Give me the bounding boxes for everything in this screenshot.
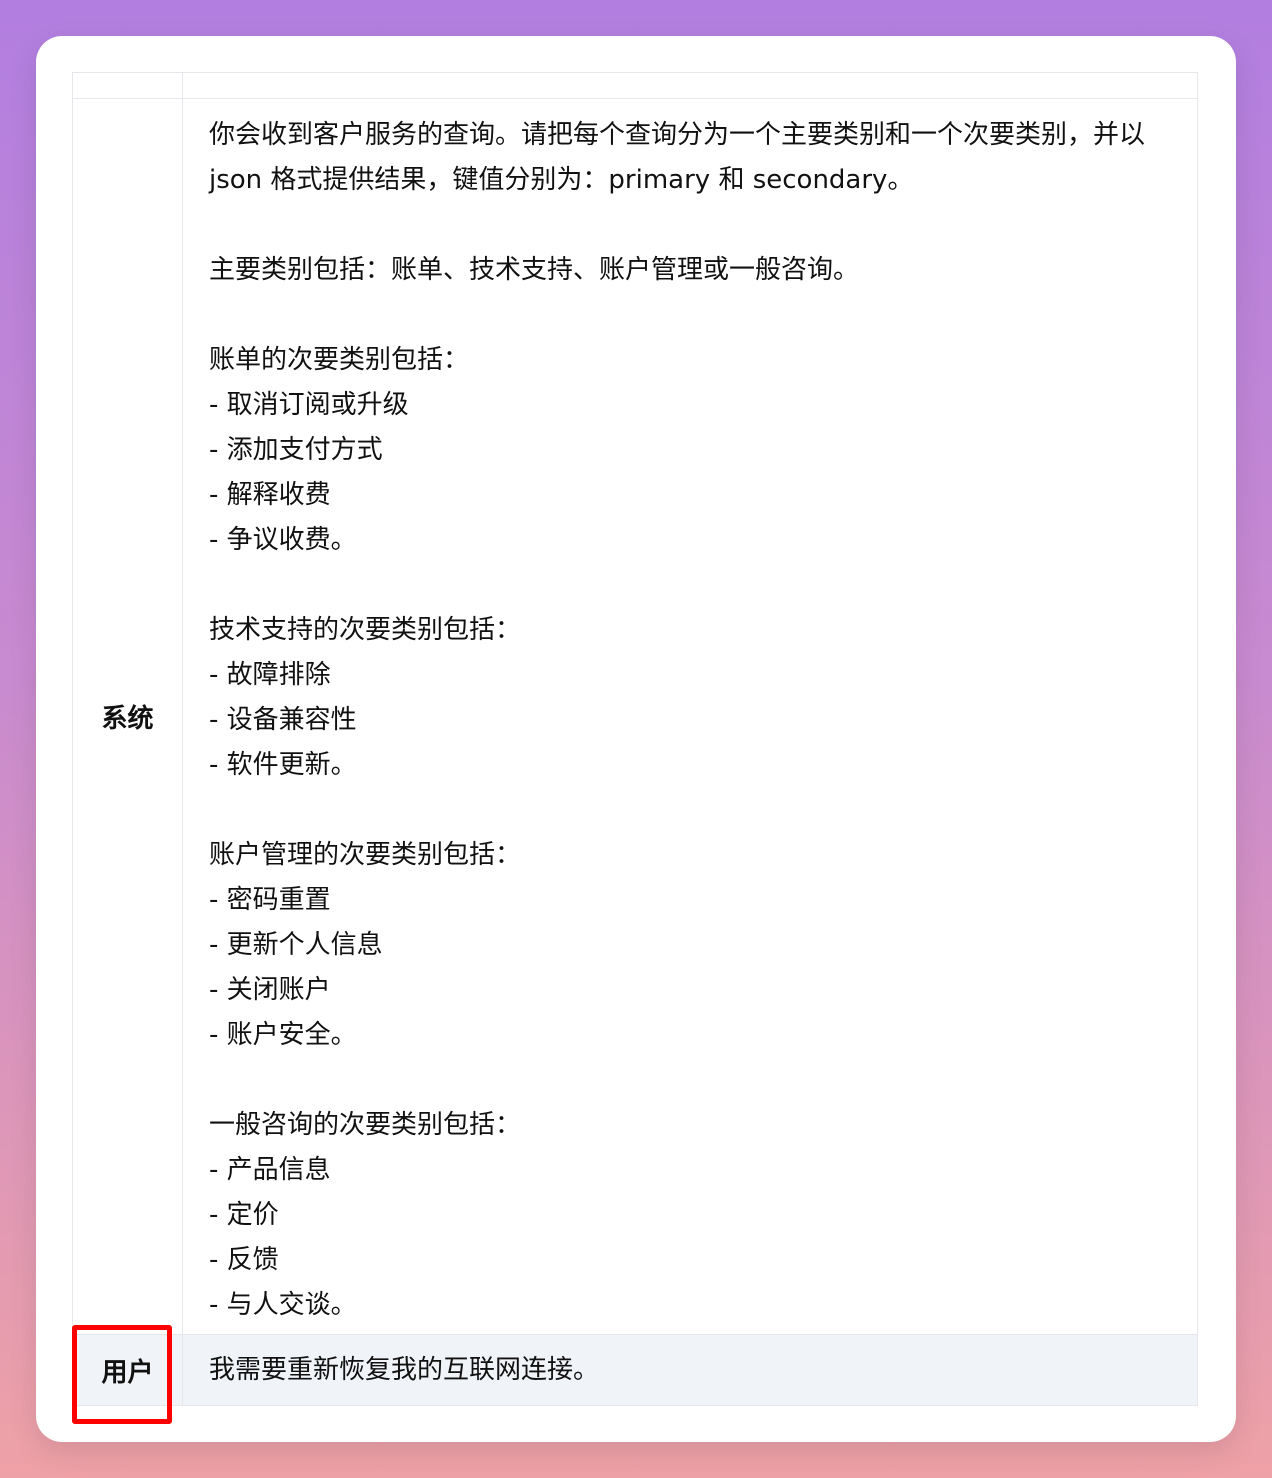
system-message-line: - 解释收费 bbox=[209, 480, 331, 510]
system-message-line: - 故障排除 bbox=[209, 660, 331, 690]
user-message-text: 我需要重新恢复我的互联网连接。 bbox=[209, 1354, 600, 1385]
system-message-line: 一般咨询的次要类别包括： bbox=[209, 1110, 522, 1140]
system-message-line: - 添加支付方式 bbox=[209, 435, 383, 465]
system-message-line: 账单的次要类别包括： bbox=[209, 345, 470, 375]
system-message-line: - 争议收费。 bbox=[209, 525, 357, 555]
system-message-line: 你会收到客户服务的查询。请把每个查询分为一个主要类别和一个次要类别，并以 jso… bbox=[209, 120, 1146, 195]
system-message-line: - 软件更新。 bbox=[209, 750, 357, 780]
system-message-line: 技术支持的次要类别包括： bbox=[209, 615, 522, 645]
system-message-line: - 设备兼容性 bbox=[209, 705, 357, 735]
system-message-line: - 反馈 bbox=[209, 1245, 279, 1275]
system-message-line: - 密码重置 bbox=[209, 885, 331, 915]
system-message-line: - 定价 bbox=[209, 1200, 279, 1230]
system-message-line: - 关闭账户 bbox=[209, 975, 331, 1005]
system-message-line: - 取消订阅或升级 bbox=[209, 390, 409, 420]
message-table: 系统 你会收到客户服务的查询。请把每个查询分为一个主要类别和一个次要类别，并以 … bbox=[72, 72, 1198, 1406]
system-message-line: - 更新个人信息 bbox=[209, 930, 383, 960]
role-label-system: 系统 bbox=[73, 99, 183, 1334]
role-label-user[interactable]: 用户 bbox=[73, 1335, 183, 1405]
table-header-row bbox=[73, 73, 1197, 99]
system-message-line: - 账户安全。 bbox=[209, 1020, 357, 1050]
system-message-line: 主要类别包括：账单、技术支持、账户管理或一般咨询。 bbox=[209, 255, 860, 285]
user-message-content[interactable]: 我需要重新恢复我的互联网连接。 bbox=[183, 1335, 1197, 1405]
system-message-line: - 与人交谈。 bbox=[209, 1290, 357, 1320]
system-message-row[interactable]: 系统 你会收到客户服务的查询。请把每个查询分为一个主要类别和一个次要类别，并以 … bbox=[73, 99, 1197, 1335]
system-message-content[interactable]: 你会收到客户服务的查询。请把每个查询分为一个主要类别和一个次要类别，并以 jso… bbox=[183, 99, 1197, 1334]
system-message-line: - 产品信息 bbox=[209, 1155, 331, 1185]
system-message-line: 账户管理的次要类别包括： bbox=[209, 840, 522, 870]
chat-card: 系统 你会收到客户服务的查询。请把每个查询分为一个主要类别和一个次要类别，并以 … bbox=[36, 36, 1236, 1442]
header-content-cell bbox=[183, 73, 1197, 98]
user-message-row[interactable]: 用户 我需要重新恢复我的互联网连接。 bbox=[73, 1335, 1197, 1405]
header-role-cell bbox=[73, 73, 183, 98]
